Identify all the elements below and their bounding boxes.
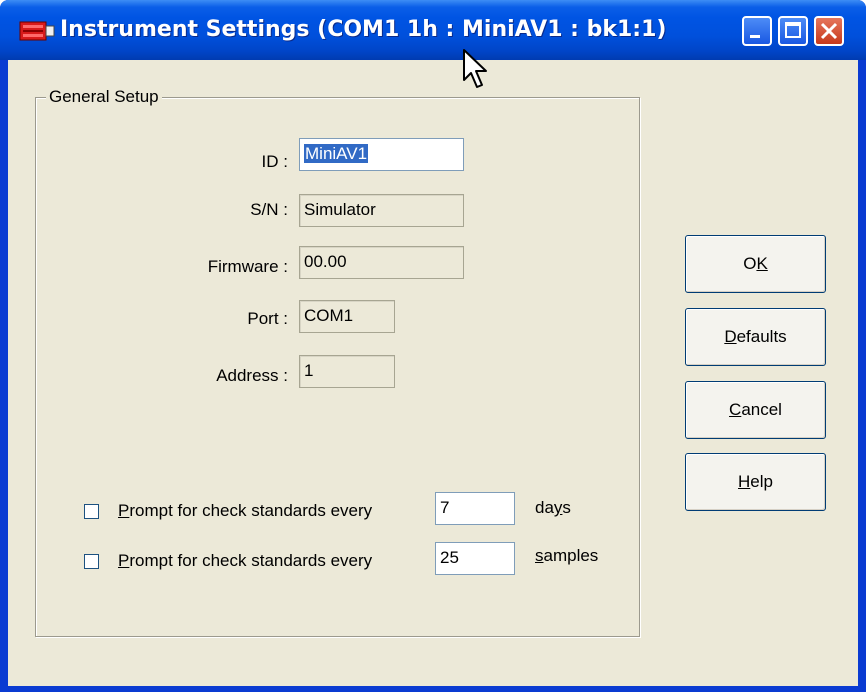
prompt-samples-label[interactable]: Prompt for check standards every xyxy=(118,550,372,572)
close-icon xyxy=(820,22,838,40)
window-title: Instrument Settings (COM1 1h : MiniAV1 :… xyxy=(60,17,667,42)
days-label: days xyxy=(535,498,571,517)
sn-field: Simulator xyxy=(299,194,464,227)
prompt-days-checkbox[interactable] xyxy=(84,504,99,519)
prompt-days-input[interactable]: 7 xyxy=(435,492,515,525)
address-label: Address : xyxy=(216,366,288,385)
close-button[interactable] xyxy=(814,16,844,46)
prompt-samples-input[interactable]: 25 xyxy=(435,542,515,575)
dialog-body: General Setup ID : MiniAV1 S/N : Simulat… xyxy=(8,60,858,686)
app-icon xyxy=(19,21,55,41)
samples-label: samples xyxy=(535,546,599,565)
prompt-days-label[interactable]: Prompt for check standards every xyxy=(118,500,372,522)
mouse-cursor-icon xyxy=(463,49,487,88)
port-field: COM1 xyxy=(299,300,395,333)
maximize-button[interactable] xyxy=(778,16,808,46)
port-label: Port : xyxy=(247,309,288,328)
address-field: 1 xyxy=(299,355,395,388)
id-label: ID : xyxy=(261,152,288,171)
firmware-field: 00.00 xyxy=(299,246,464,279)
help-button[interactable]: Help xyxy=(685,453,826,511)
cancel-button[interactable]: Cancel xyxy=(685,381,826,439)
title-bar[interactable]: Instrument Settings (COM1 1h : MiniAV1 :… xyxy=(0,0,866,60)
general-setup-label: General Setup xyxy=(46,86,162,108)
prompt-samples-checkbox[interactable] xyxy=(84,554,99,569)
firmware-label: Firmware : xyxy=(207,257,288,276)
sn-label: S/N : xyxy=(250,200,288,219)
id-input[interactable]: MiniAV1 xyxy=(299,138,464,171)
minimize-icon xyxy=(750,35,760,38)
id-value: MiniAV1 xyxy=(304,144,369,163)
instrument-settings-window: Instrument Settings (COM1 1h : MiniAV1 :… xyxy=(0,0,866,692)
ok-button[interactable]: OK xyxy=(685,235,826,293)
minimize-button[interactable] xyxy=(742,16,772,46)
maximize-icon xyxy=(785,22,801,38)
defaults-button[interactable]: Defaults xyxy=(685,308,826,366)
